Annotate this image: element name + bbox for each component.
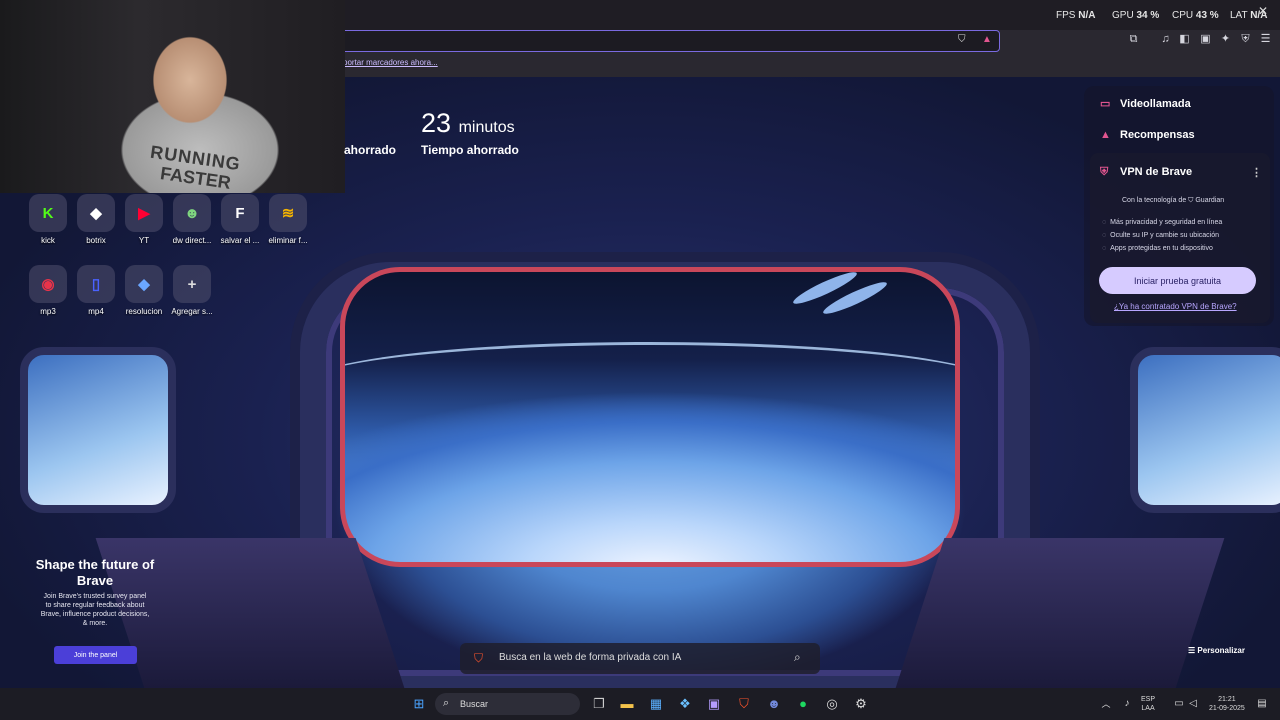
shortcut-icon: ≋ (269, 194, 307, 232)
app-icon[interactable]: ❖ (676, 695, 694, 713)
shield-icon: ⛨ (1100, 166, 1109, 178)
shortcut-icon: + (173, 265, 211, 303)
survey-body: Join Brave's trusted survey panel to sha… (40, 593, 150, 627)
chevron-up-icon[interactable]: ︿ (1097, 695, 1115, 713)
vpn-title: ⛨ VPN de Brave (1100, 166, 1193, 178)
shortcut-icon: ◆ (125, 265, 163, 303)
fps-readout: FPS N/A (1056, 10, 1096, 21)
camera-icon: ▭ (1100, 98, 1111, 110)
search-icon[interactable]: ⌕ (794, 650, 801, 665)
notification-icon[interactable]: ▤ (1253, 695, 1271, 713)
windows-start-icon[interactable]: ⊞ (410, 695, 428, 713)
wallpaper-side-window-left (20, 347, 176, 513)
wallet-icon[interactable]: ▣ (1199, 33, 1212, 46)
sidebar-icon[interactable]: ◧ (1178, 33, 1191, 46)
join-panel-button[interactable]: Join the panel (54, 646, 137, 664)
wallpaper-console-right (895, 538, 1225, 688)
shields-icon[interactable]: ⛉ (958, 34, 966, 45)
rewards-triangle-icon: ▲ (1100, 129, 1111, 141)
wallpaper-side-window-right (1130, 347, 1280, 513)
clock[interactable]: 21:21 21-09-2025 (1209, 695, 1245, 713)
menu-icon[interactable]: ☰ (1259, 33, 1272, 46)
spotify-icon[interactable]: ● (794, 695, 812, 713)
customize-button[interactable]: ☰ Personalizar (1188, 646, 1245, 655)
discord-icon[interactable]: ☻ (765, 695, 783, 713)
brave-logo-icon: ⛉ (474, 651, 484, 665)
stat-partial-label: ahorrado (344, 143, 397, 157)
leo-ai-icon[interactable]: ✦ (1219, 33, 1232, 46)
vpn-more-icon[interactable]: ⋮ (1251, 166, 1262, 179)
address-bar[interactable] (300, 30, 1000, 52)
gpu-readout: GPU 34 % (1112, 10, 1160, 21)
volume-icon[interactable]: ◁ (1184, 695, 1202, 713)
close-icon[interactable]: ✕ (1258, 4, 1268, 18)
vpn-already-link[interactable]: ¿Ya ha contratado VPN de Brave? (1114, 302, 1237, 311)
check-icon: ◌ (1102, 219, 1107, 226)
language-indicator[interactable]: ESP LAA (1141, 695, 1155, 713)
rewards-widget[interactable]: ▲ Recompensas (1100, 129, 1195, 141)
check-icon: ◌ (1102, 232, 1107, 239)
shortcut-icon: K (29, 194, 67, 232)
obs-icon[interactable]: ◎ (823, 695, 841, 713)
task-view-icon[interactable]: ❐ (590, 695, 608, 713)
import-bookmarks-link[interactable]: portar marcadores ahora... (343, 58, 438, 67)
vpn-feature-item: ◌ Apps protegidas en tu dispositivo (1102, 245, 1213, 252)
shortcut-icon: F (221, 194, 259, 232)
vpn-powered-by: Con la tecnología de ⛉ Guardian (1122, 197, 1225, 204)
video-call-widget[interactable]: ▭ Videollamada (1100, 97, 1191, 110)
vpn-start-trial-button[interactable]: Iniciar prueba gratuita (1099, 267, 1256, 294)
taskbar-search-label: Buscar (460, 699, 489, 709)
file-explorer-icon[interactable]: ▬ (618, 695, 636, 713)
shortcut-icon: ▶ (125, 194, 163, 232)
vpn-feature-item: ◌ Oculte su IP y cambie su ubicación (1102, 232, 1219, 239)
store-icon[interactable]: ▦ (647, 695, 665, 713)
screenshot-icon[interactable]: ⧉ (1127, 33, 1140, 46)
premiere-icon[interactable]: ▣ (705, 695, 723, 713)
shortcut-icon: ◆ (77, 194, 115, 232)
search-placeholder: Busca en la web de forma privada con IA (499, 652, 682, 663)
settings-gear-icon[interactable]: ⚙ (852, 695, 870, 713)
check-icon: ◌ (1102, 245, 1107, 252)
windows-taskbar (0, 688, 1280, 720)
search-icon: ⌕ (443, 697, 450, 709)
shortcut-icon: ☻ (173, 194, 211, 232)
shortcut-tile[interactable]: ≋ eliminar f... (258, 194, 318, 245)
microphone-icon[interactable]: ♪ (1118, 695, 1136, 713)
shortcut-label: Agregar s... (171, 307, 213, 316)
rewards-icon[interactable]: ▲ (982, 34, 992, 45)
media-icon[interactable]: ♫ (1159, 33, 1172, 46)
wallpaper-earth-view (340, 267, 960, 567)
shortcut-icon: ▯ (77, 265, 115, 303)
shortcut-label: eliminar f... (268, 236, 308, 245)
taskbar-search[interactable] (435, 693, 580, 715)
brave-browser-icon[interactable]: ⛉ (735, 695, 753, 713)
vpn-icon[interactable]: ⛨ (1239, 33, 1252, 46)
webcam-overlay: RUNNING FASTER (0, 0, 345, 193)
shortcut-tile[interactable]: + Agregar s... (162, 265, 222, 316)
vpn-feature-item: ◌ Más privacidad y seguridad en línea (1102, 219, 1223, 226)
time-saved-value: 23 minutos (421, 108, 515, 138)
survey-title: Shape the future of Brave (35, 557, 155, 588)
shortcut-icon: ◉ (29, 265, 67, 303)
time-saved-label: Tiempo ahorrado (421, 143, 519, 157)
cpu-readout: CPU 43 % (1172, 10, 1219, 21)
